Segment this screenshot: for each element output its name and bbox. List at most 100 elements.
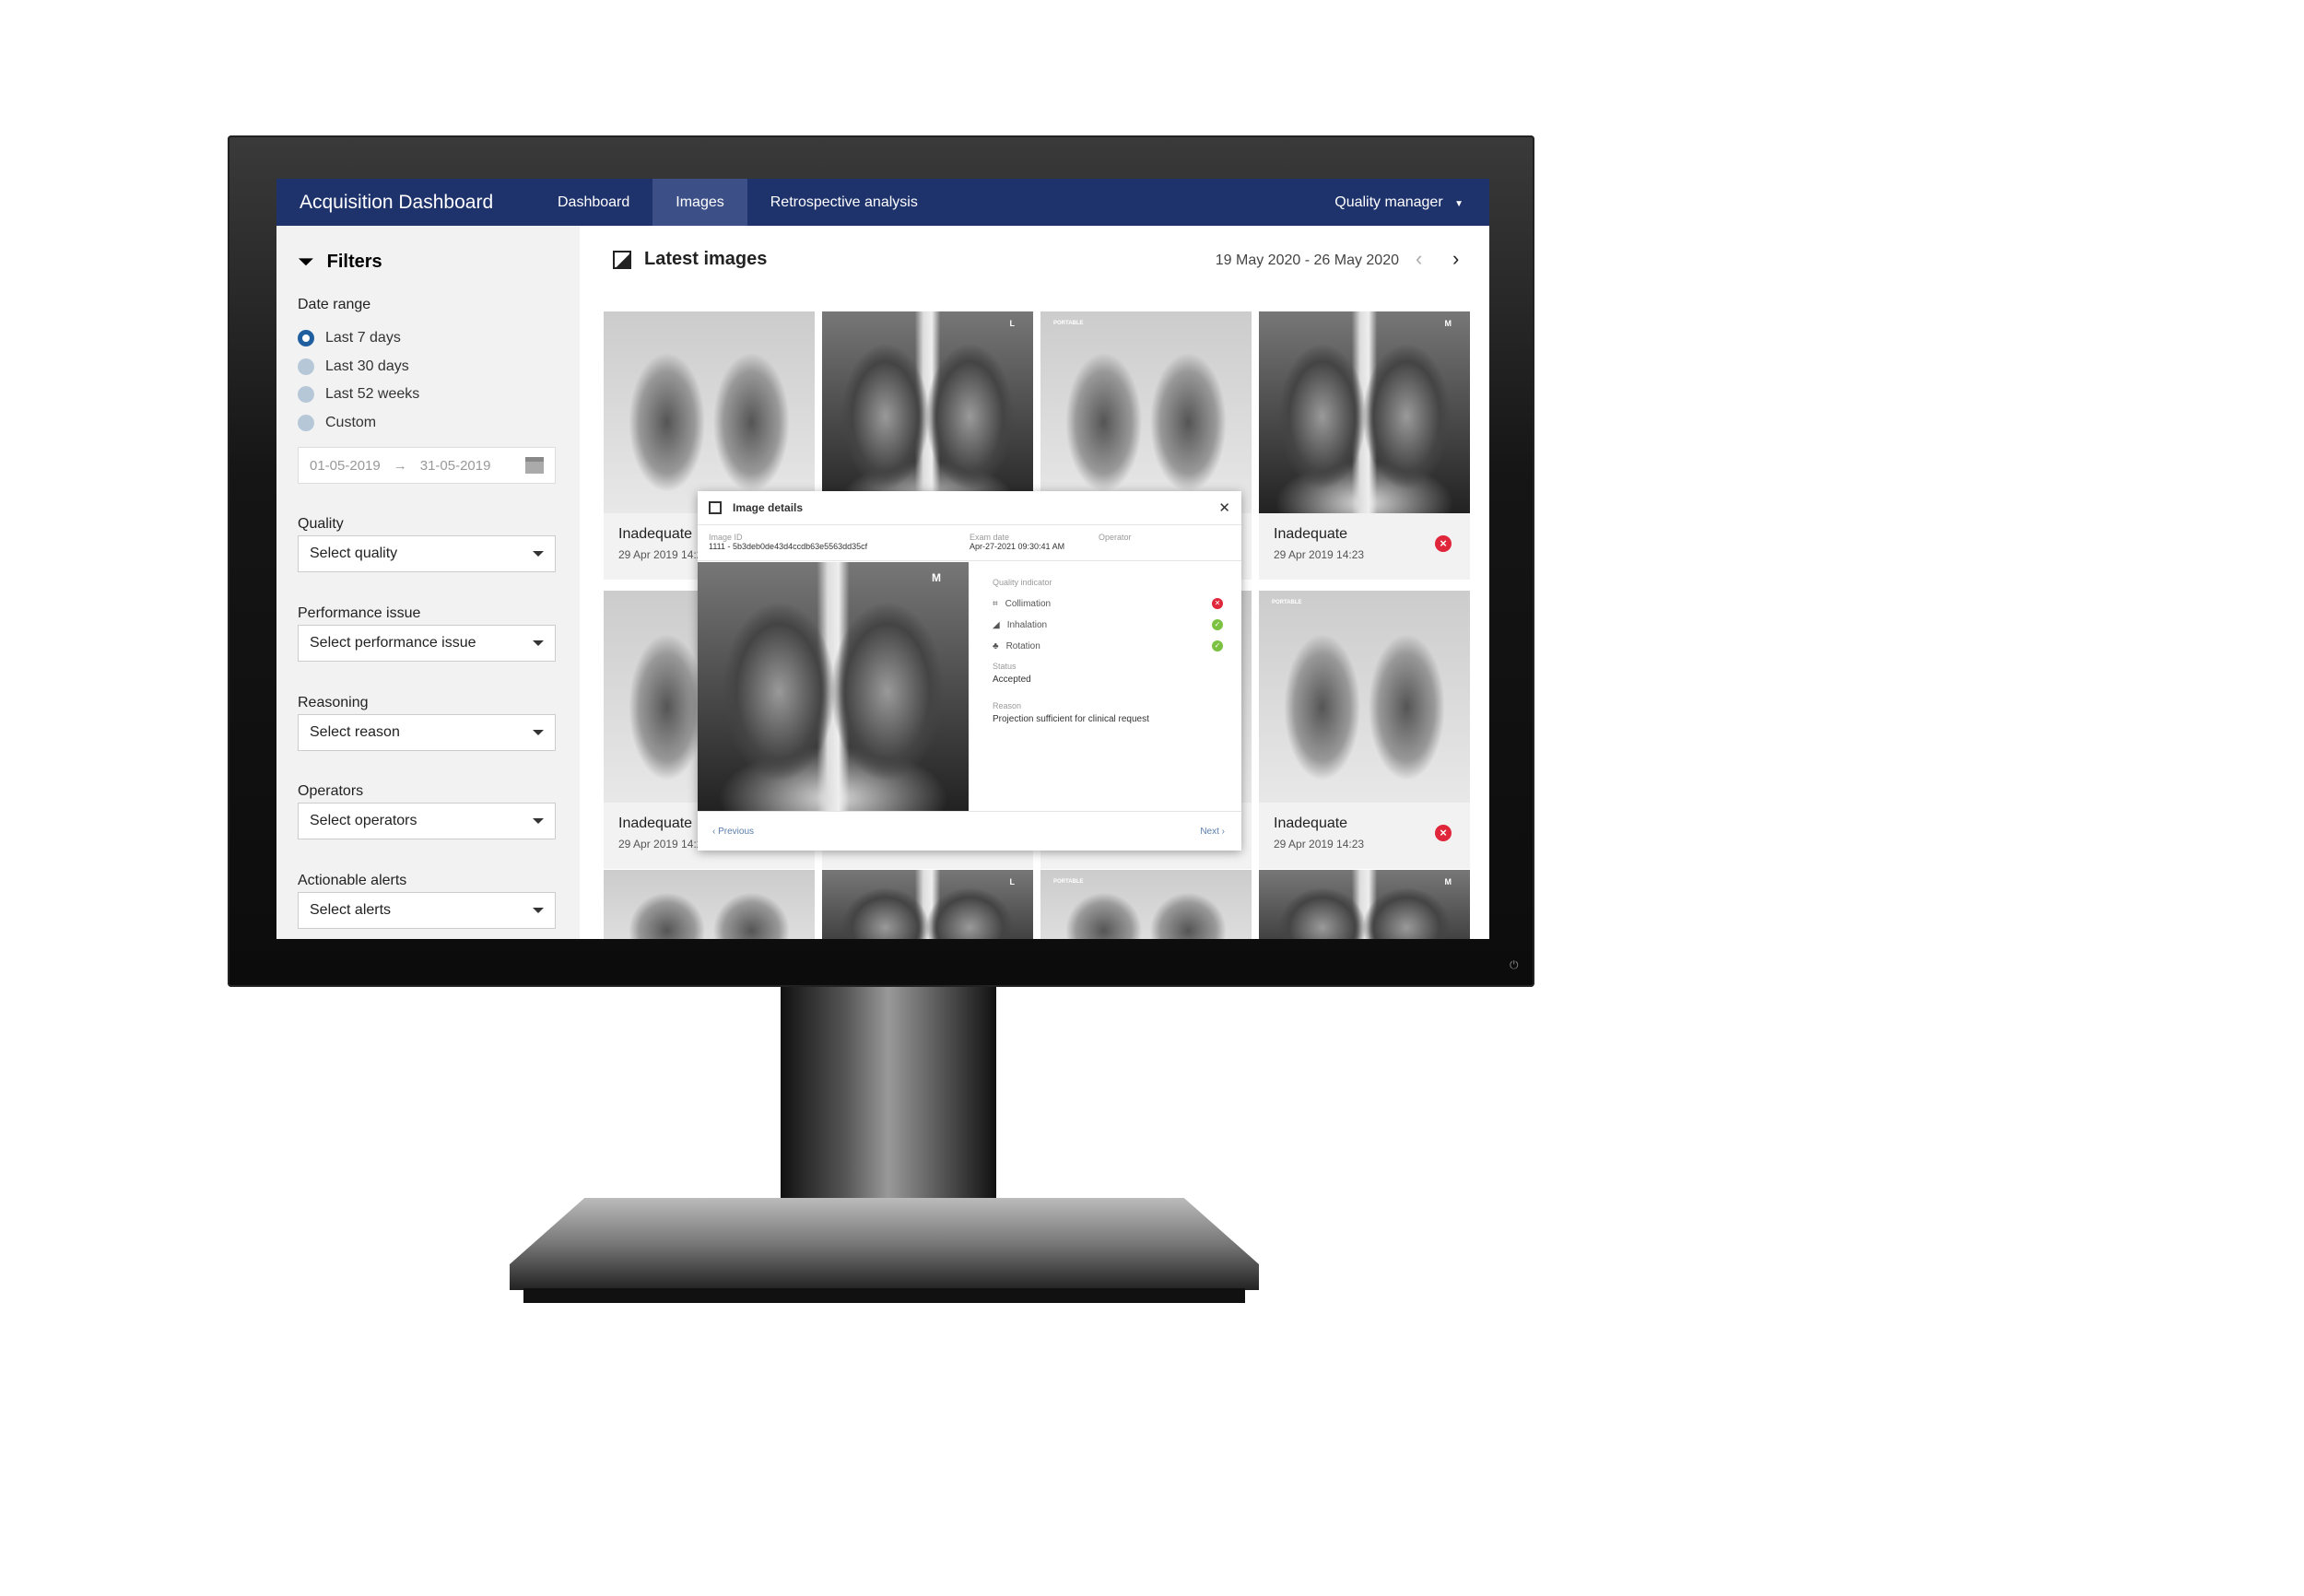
next-week-button[interactable]: › (1452, 247, 1459, 271)
actionable-alerts-select[interactable]: Select alerts (298, 892, 556, 929)
operators-label: Operators (298, 783, 364, 799)
image-status: Inadequate (618, 526, 693, 542)
radio-label: Last 52 weeks (325, 386, 420, 402)
radio-last-30-days[interactable]: Last 30 days (298, 358, 409, 375)
next-label: Next (1200, 827, 1219, 837)
xray-thumbnail[interactable] (604, 311, 815, 513)
radio-label: Last 7 days (325, 330, 401, 346)
image-icon (709, 501, 722, 514)
date-range-label: Date range (298, 297, 371, 312)
image-id-label: Image ID (709, 533, 743, 542)
xray-image-preview[interactable]: M (698, 562, 969, 811)
indicator-name: Inhalation (1006, 619, 1048, 630)
select-placeholder: Select alerts (310, 902, 392, 918)
xray-thumbnail[interactable]: M (1259, 870, 1470, 939)
indicator-rotation: ♣ Rotation ✓ (993, 640, 1223, 651)
radio-icon (298, 358, 314, 375)
image-card[interactable]: PORTABLE Inadequate 29 Apr 2019 14:23 × (1259, 591, 1470, 869)
monitor-stand (781, 987, 996, 1222)
operator-label: Operator (1099, 533, 1132, 542)
previous-label: Previous (718, 827, 755, 837)
date-to[interactable]: 31-05-2019 (420, 458, 491, 474)
quality-indicator-label: Quality indicator (993, 578, 1052, 587)
indicator-name: Collimation (1005, 598, 1052, 609)
select-placeholder: Select reason (310, 724, 400, 740)
image-details-modal: Image details ✕ Image ID 1111 - 5b3deb0de… (698, 491, 1241, 851)
image-card[interactable]: M Inadequate 29 Apr 2019 14:23 × (1259, 311, 1470, 580)
filters-header: ⏷ Filters (298, 250, 382, 274)
filter-icon: ⏷ (298, 250, 314, 273)
monitor-base (510, 1198, 1259, 1290)
latest-images-header: Latest images (613, 249, 767, 270)
xray-thumbnail[interactable]: PORTABLE (1259, 591, 1470, 803)
image-card[interactable]: PORTABLE (1040, 870, 1252, 939)
indicator-inhalation: ◢ Inhalation ✓ (993, 619, 1223, 630)
image-card[interactable]: M (1259, 870, 1470, 939)
select-placeholder: Select quality (310, 546, 398, 561)
modal-header: Image details ✕ (698, 491, 1241, 525)
operators-select[interactable]: Select operators (298, 803, 556, 839)
reasoning-select[interactable]: Select reason (298, 714, 556, 751)
image-card[interactable]: L (822, 870, 1033, 939)
tab-dashboard[interactable]: Dashboard (535, 179, 652, 226)
image-date: 29 Apr 2019 14:23 (618, 548, 710, 561)
close-icon[interactable]: ✕ (1218, 499, 1230, 516)
image-marker: M (1444, 877, 1452, 886)
image-marker: M (932, 571, 941, 584)
image-id-field: Image ID 1111 - 5b3deb0de43d4ccdb63e5563d… (709, 533, 867, 551)
radio-last-7-days[interactable]: Last 7 days (298, 330, 401, 346)
chevron-down-icon: ▼ (1454, 198, 1464, 209)
image-status: Inadequate (1274, 526, 1348, 542)
next-button[interactable]: Next › (1200, 827, 1225, 837)
date-from[interactable]: 01-05-2019 (310, 458, 381, 474)
top-nav: Acquisition Dashboard Dashboard Images R… (276, 179, 1489, 226)
radio-icon (298, 415, 314, 431)
tab-images[interactable]: Images (652, 179, 747, 226)
performance-issue-select[interactable]: Select performance issue (298, 625, 556, 662)
quality-select[interactable]: Select quality (298, 535, 556, 572)
image-status: Inadequate (618, 816, 693, 831)
image-marker: M (1444, 319, 1452, 328)
select-placeholder: Select operators (310, 813, 417, 828)
image-icon (613, 250, 631, 269)
reason-value: Projection sufficient for clinical reque… (993, 714, 1149, 724)
caret-down-icon (533, 640, 544, 646)
calendar-icon[interactable] (525, 457, 544, 474)
xray-thumbnail[interactable] (604, 870, 815, 939)
performance-issue-label: Performance issue (298, 605, 421, 621)
previous-button[interactable]: ‹ Previous (712, 827, 754, 837)
radio-selected-icon (298, 330, 314, 346)
fail-icon: ✕ (1212, 598, 1223, 609)
radio-last-52-weeks[interactable]: Last 52 weeks (298, 386, 419, 403)
caret-down-icon (533, 730, 544, 735)
crop-icon: ⌗ (993, 598, 998, 609)
status-value: Accepted (993, 675, 1031, 685)
tab-retrospective-analysis[interactable]: Retrospective analysis (747, 179, 941, 226)
radio-icon (298, 386, 314, 403)
custom-date-range-input[interactable]: 01-05-2019 → 31-05-2019 (298, 447, 556, 484)
app-title: Acquisition Dashboard (300, 191, 494, 213)
operator-field: Operator (1099, 533, 1132, 542)
caret-down-icon (533, 908, 544, 913)
indicator-collimation: ⌗ Collimation ✕ (993, 598, 1223, 609)
xray-thumbnail[interactable]: PORTABLE (1040, 311, 1252, 513)
xray-thumbnail[interactable]: PORTABLE (1040, 870, 1252, 939)
caret-down-icon (533, 818, 544, 824)
radio-custom[interactable]: Custom (298, 415, 376, 431)
image-status: Inadequate (1274, 816, 1348, 831)
actionable-alerts-label: Actionable alerts (298, 873, 407, 888)
xray-thumbnail[interactable]: L (822, 870, 1033, 939)
power-icon[interactable]: ⏻ (1510, 958, 1519, 972)
select-placeholder: Select performance issue (310, 635, 476, 651)
radio-label: Custom (325, 415, 377, 430)
image-card[interactable] (604, 870, 815, 939)
xray-thumbnail[interactable]: M (1259, 311, 1470, 513)
lungs-icon: ◢ (993, 619, 1000, 630)
previous-week-button[interactable]: ‹ (1416, 247, 1422, 271)
inadequate-icon: × (1435, 535, 1452, 552)
image-date: 29 Apr 2019 14:23 (1274, 548, 1365, 561)
image-date: 29 Apr 2019 14:23 (1274, 838, 1365, 851)
user-menu[interactable]: Quality manager ▼ (1334, 194, 1464, 211)
rotation-icon: ♣ (993, 640, 999, 651)
xray-thumbnail[interactable]: L (822, 311, 1033, 513)
